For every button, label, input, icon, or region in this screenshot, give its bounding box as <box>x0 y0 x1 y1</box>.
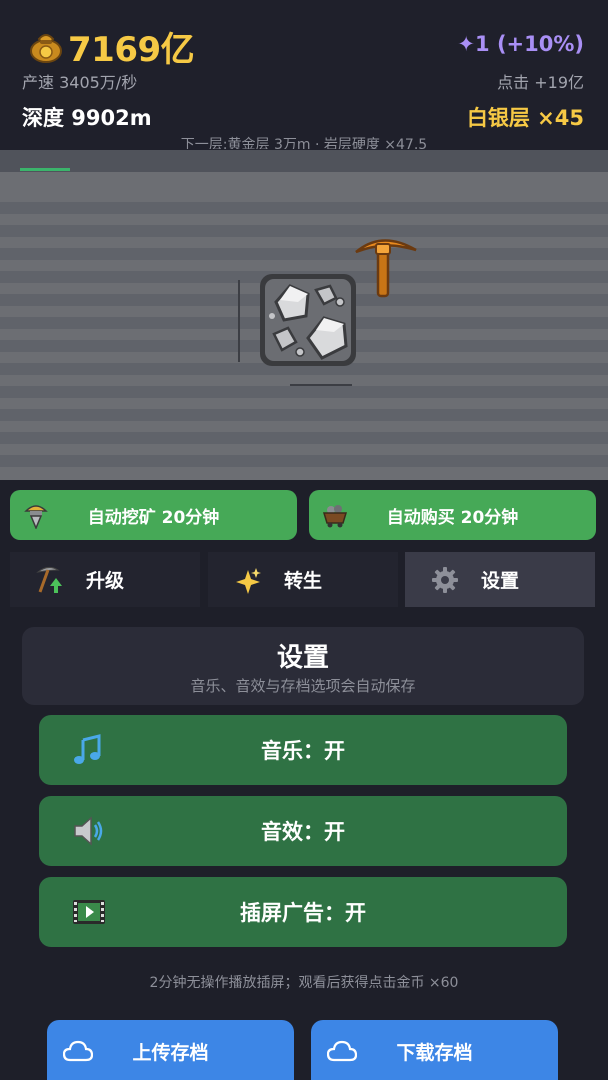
tab-rebirth-label: 转生 <box>283 570 322 592</box>
auto-mine-label: 自动挖矿 20分钟 <box>87 507 220 528</box>
production-rate: 产速 3405万/秒 <box>22 73 138 92</box>
ad-note: 2分钟无操作播放插屏；观看后获得点击金币 ×60 <box>149 975 459 991</box>
tab-settings-label: 设置 <box>480 570 519 592</box>
block-shadow <box>290 384 352 386</box>
upload-save-button[interactable]: 上传存档 <box>47 1020 294 1080</box>
depth-progress-fill <box>20 168 70 171</box>
depth-progress-track <box>0 150 608 172</box>
depth-readout: 深度 9902m <box>22 106 152 130</box>
settings-subtitle: 音乐、音效与存档选项会自动保存 <box>190 677 416 695</box>
rebirth-bonus: ✦1 (+10%) <box>457 32 584 56</box>
speaker-icon <box>74 816 103 846</box>
click-value: 点击 +19亿 <box>497 73 584 92</box>
music-note-icon <box>74 734 101 764</box>
pickaxe-icon <box>355 239 417 298</box>
settings-title: 设置 <box>276 643 329 673</box>
mine-cart-icon <box>322 505 348 528</box>
drill-icon <box>24 505 48 529</box>
gold-amount: 7169亿 <box>68 30 195 70</box>
interstitial-ads-label: 插屏广告：开 <box>240 901 366 925</box>
auto-buy-label: 自动购买 20分钟 <box>386 507 519 528</box>
tab-settings[interactable]: 设置 <box>405 552 595 607</box>
status-header: 7169亿 ✦1 (+10%) 产速 3405万/秒 点击 +19亿 深度 99… <box>0 0 608 150</box>
download-label: 下载存档 <box>396 1041 473 1064</box>
video-icon <box>73 900 105 924</box>
auto-mine-button[interactable]: 自动挖矿 20分钟 <box>10 490 297 540</box>
tab-upgrade-label: 升级 <box>85 570 124 592</box>
sfx-toggle[interactable]: 音效：开 <box>39 796 567 866</box>
cloud-icon <box>327 1040 357 1062</box>
music-toggle[interactable]: 音乐：开 <box>39 715 567 785</box>
upload-label: 上传存档 <box>132 1041 209 1064</box>
block-hp-bar <box>238 280 240 362</box>
tab-rebirth[interactable]: 转生 <box>208 552 398 607</box>
sfx-label: 音效：开 <box>261 820 345 844</box>
cloud-icon <box>63 1040 93 1062</box>
settings-header: 设置 音乐、音效与存档选项会自动保存 <box>22 627 584 705</box>
interstitial-ads-toggle[interactable]: 插屏广告：开 <box>39 877 567 947</box>
tab-upgrade[interactable]: 升级 <box>10 552 200 607</box>
download-save-button[interactable]: 下载存档 <box>311 1020 558 1080</box>
gold-bag-icon <box>30 34 62 63</box>
current-layer: 白银层 ×45 <box>466 106 584 130</box>
auto-buy-button[interactable]: 自动购买 20分钟 <box>309 490 596 540</box>
ore-block[interactable] <box>258 272 358 368</box>
music-label: 音乐：开 <box>261 739 345 763</box>
next-layer-info: 下一层:黄金层 3万m · 岩层硬度 ×47.5 <box>180 137 428 149</box>
